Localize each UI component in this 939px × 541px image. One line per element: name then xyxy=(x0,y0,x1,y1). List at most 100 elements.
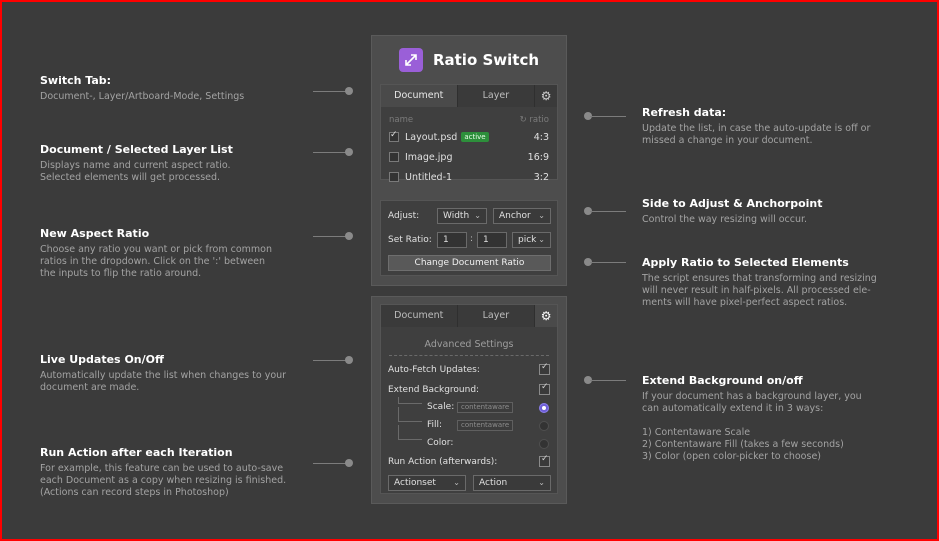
item-name: Image.jpg xyxy=(405,151,453,163)
document-list-box: Document Layer ⚙ name ↻ ratio Layout.psd… xyxy=(380,84,558,183)
note-title: Refresh data: xyxy=(642,106,727,119)
app-title: Ratio Switch xyxy=(432,51,540,69)
connector-line xyxy=(590,380,626,381)
ratio-controls-box: Adjust: Width ⌄ Anchor ⌄ Set Ratio: 1 : … xyxy=(380,200,558,276)
note-refresh: Refresh data: Update the list, in case t… xyxy=(642,106,870,147)
item-ratio: 16:9 xyxy=(527,151,549,163)
connector-line xyxy=(313,91,349,92)
checkbox-icon[interactable] xyxy=(389,172,399,182)
list-item[interactable]: Untitled-1 3:2 xyxy=(389,169,549,185)
section-title: Advanced Settings xyxy=(424,339,514,350)
fill-method-chip: contentaware xyxy=(457,420,514,431)
connector-dot xyxy=(345,356,353,364)
extend-background-checkbox[interactable] xyxy=(539,382,550,395)
ratio-height-input[interactable]: 1 xyxy=(477,232,507,248)
note-title: Run Action after each Iteration xyxy=(40,446,233,459)
fill-radio[interactable] xyxy=(539,421,549,431)
connector-line xyxy=(590,211,626,212)
note-body: Control the way resizing will occur. xyxy=(642,214,808,225)
note-title: New Aspect Ratio xyxy=(40,227,150,240)
gear-icon[interactable]: ⚙ xyxy=(535,305,558,327)
note-title: Live Updates On/Off xyxy=(40,353,164,366)
note-body: If your document has a background layer,… xyxy=(642,391,862,462)
list-item[interactable]: Image.jpg 16:9 xyxy=(389,149,549,165)
name-column-header: name xyxy=(389,115,414,125)
chevron-down-icon: ⌄ xyxy=(538,211,545,220)
note-title: Extend Background on/off xyxy=(642,374,803,387)
connector-line xyxy=(313,152,349,153)
note-side-adjust: Side to Adjust & Anchorpoint Control the… xyxy=(642,197,823,226)
color-radio[interactable] xyxy=(539,439,549,449)
ratio-column-label: ratio xyxy=(529,115,549,125)
adjust-side-value: Width xyxy=(443,211,470,221)
ratio-width-input[interactable]: 1 xyxy=(437,232,467,248)
scale-label: Scale: xyxy=(427,402,455,412)
adjust-side-select[interactable]: Width ⌄ xyxy=(437,208,487,224)
panel-header: Ratio Switch xyxy=(372,46,566,74)
auto-fetch-checkbox[interactable] xyxy=(539,362,550,375)
adjust-label: Adjust: xyxy=(388,211,420,221)
item-ratio: 4:3 xyxy=(533,131,549,143)
set-ratio-label: Set Ratio: xyxy=(388,235,432,245)
item-name: Untitled-1 xyxy=(405,171,453,183)
canvas: Switch Tab: Document-, Layer/Artboard-Mo… xyxy=(2,2,937,539)
action-select[interactable]: Action ⌄ xyxy=(473,475,551,491)
connector-line xyxy=(313,463,349,464)
note-body: Update the list, in case the auto-update… xyxy=(642,123,871,146)
anchor-select[interactable]: Anchor ⌄ xyxy=(493,208,551,224)
item-name: Layout.psd xyxy=(405,131,458,143)
auto-fetch-label: Auto-Fetch Updates: xyxy=(388,365,480,375)
note-body: Displays name and current aspect ratio. … xyxy=(40,160,231,183)
divider xyxy=(389,355,549,356)
chevron-down-icon: ⌄ xyxy=(474,211,481,220)
note-title: Document / Selected Layer List xyxy=(40,143,233,156)
refresh-icon[interactable]: ↻ xyxy=(520,115,530,125)
note-run-action: Run Action after each Iteration For exam… xyxy=(40,446,286,499)
ratio-switch-panel: Ratio Switch Document Layer ⚙ name ↻ rat… xyxy=(371,35,567,286)
list-header: name ↻ ratio xyxy=(389,115,549,125)
tab-layer[interactable]: Layer xyxy=(458,305,535,327)
tab-bar: Document Layer ⚙ xyxy=(381,305,558,327)
connector-dot xyxy=(345,232,353,240)
ratio-column-header[interactable]: ↻ ratio xyxy=(520,115,549,125)
note-apply-ratio: Apply Ratio to Selected Elements The scr… xyxy=(642,256,877,309)
actionset-select[interactable]: Actionset ⌄ xyxy=(388,475,466,491)
run-action-label: Run Action (afterwards): xyxy=(388,457,498,467)
connector-line xyxy=(313,360,349,361)
tab-document[interactable]: Document xyxy=(381,305,457,327)
run-action-checkbox[interactable] xyxy=(539,454,550,467)
connector-line xyxy=(590,262,626,263)
fill-label: Fill: xyxy=(427,420,443,430)
actionset-value: Actionset xyxy=(394,478,436,488)
settings-box: Document Layer ⚙ Advanced Settings Auto-… xyxy=(380,304,558,494)
note-switch-tab: Switch Tab: Document-, Layer/Artboard-Mo… xyxy=(40,74,244,103)
note-title: Switch Tab: xyxy=(40,74,112,87)
anchor-value: Anchor xyxy=(499,211,531,221)
change-ratio-button[interactable]: Change Document Ratio xyxy=(388,255,551,271)
extend-background-label: Extend Background: xyxy=(388,385,480,395)
list-item[interactable]: Layout.psd active 4:3 xyxy=(389,129,549,145)
chevron-down-icon: ⌄ xyxy=(538,235,545,244)
scale-radio[interactable] xyxy=(539,403,549,413)
connector-line xyxy=(313,236,349,237)
tab-layer[interactable]: Layer xyxy=(458,85,535,107)
tab-document[interactable]: Document xyxy=(381,85,457,107)
note-body: Choose any ratio you want or pick from c… xyxy=(40,244,272,279)
item-ratio: 3:2 xyxy=(533,171,549,183)
tree-connector xyxy=(398,397,422,404)
connector-dot xyxy=(345,459,353,467)
connector-dot xyxy=(345,148,353,156)
scale-method-chip: contentaware xyxy=(457,402,514,413)
note-body: Document-, Layer/Artboard-Mode, Settings xyxy=(40,91,245,102)
checkbox-icon[interactable] xyxy=(389,130,399,142)
ratio-flip-toggle[interactable]: : xyxy=(470,234,473,244)
note-new-aspect-ratio: New Aspect Ratio Choose any ratio you wa… xyxy=(40,227,272,280)
status-badge: active xyxy=(461,132,489,142)
checkbox-icon[interactable] xyxy=(389,152,399,162)
ratio-preset-select[interactable]: pick ⌄ xyxy=(512,232,551,248)
gear-icon[interactable]: ⚙ xyxy=(535,85,557,107)
note-live-updates: Live Updates On/Off Automatically update… xyxy=(40,353,286,394)
ratio-preset-value: pick xyxy=(518,235,537,245)
color-label: Color: xyxy=(427,438,454,448)
note-body: The script ensures that transforming and… xyxy=(642,273,877,308)
